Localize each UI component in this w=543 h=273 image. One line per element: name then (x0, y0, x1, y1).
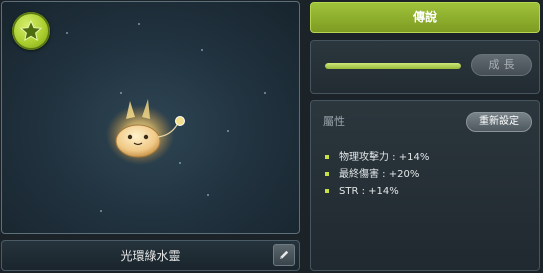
attribute-text: STR : +14% (339, 186, 399, 197)
rank-legendary-button[interactable]: 傳說 (310, 2, 540, 33)
pet-preview-panel (1, 1, 300, 234)
reset-attributes-button[interactable]: 重新設定 (466, 112, 532, 132)
attribute-text: 物理攻擊力 : +14% (339, 152, 430, 163)
growth-progress-fill (325, 63, 461, 69)
attribute-item: 物理攻擊力 : +14% (325, 149, 429, 166)
pencil-icon (280, 250, 289, 259)
star-icon (12, 12, 50, 50)
bullet-icon (325, 189, 329, 193)
rename-button[interactable] (273, 244, 295, 266)
sparkle (201, 49, 203, 51)
growth-progress-bar (325, 63, 461, 69)
pet-name-bar: 光環綠水靈 (1, 240, 300, 271)
sparkle (138, 23, 140, 25)
bullet-icon (325, 172, 329, 176)
bullet-icon (325, 155, 329, 159)
sparkle (66, 32, 68, 34)
attribute-item: STR : +14% (325, 183, 429, 200)
attribute-item: 最終傷害 : +20% (325, 166, 429, 183)
growth-panel: 成長 (310, 40, 540, 94)
attribute-list: 物理攻擊力 : +14% 最終傷害 : +20% STR : +14% (325, 149, 429, 200)
attribute-text: 最終傷害 : +20% (339, 169, 420, 180)
attributes-title: 屬性 (323, 115, 345, 128)
sparkle (120, 92, 122, 94)
sparkle (227, 130, 229, 132)
sparkle (207, 194, 209, 196)
attributes-panel: 屬性 重新設定 物理攻擊力 : +14% 最終傷害 : +20% STR : +… (310, 100, 540, 271)
sparkle (264, 92, 266, 94)
growth-button[interactable]: 成長 (471, 54, 532, 76)
sparkle (100, 210, 102, 212)
pet-name: 光環綠水靈 (120, 249, 181, 263)
green-slime-pet-icon (106, 99, 185, 165)
